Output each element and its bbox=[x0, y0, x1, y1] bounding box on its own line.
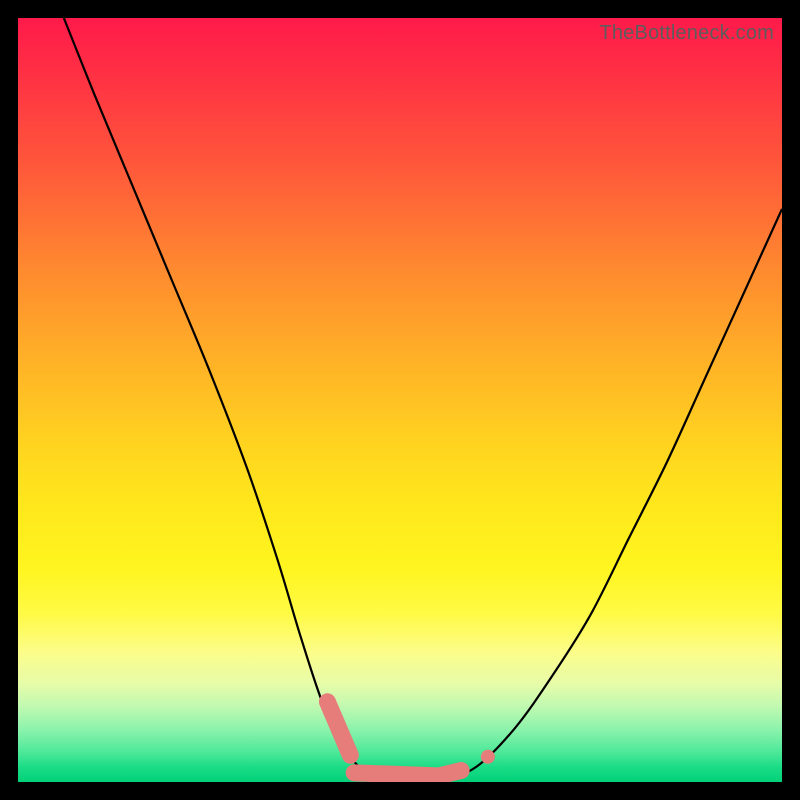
bottleneck-curve bbox=[64, 18, 782, 782]
chart-frame: TheBottleneck.com bbox=[0, 0, 800, 800]
chart-svg bbox=[18, 18, 782, 782]
marker-segment bbox=[327, 702, 350, 755]
marker-dot bbox=[481, 750, 495, 764]
watermark-text: TheBottleneck.com bbox=[599, 22, 774, 45]
plot-area: TheBottleneck.com bbox=[18, 18, 782, 782]
highlight-markers bbox=[327, 702, 494, 776]
marker-segment bbox=[442, 771, 461, 776]
marker-segment bbox=[354, 773, 438, 776]
